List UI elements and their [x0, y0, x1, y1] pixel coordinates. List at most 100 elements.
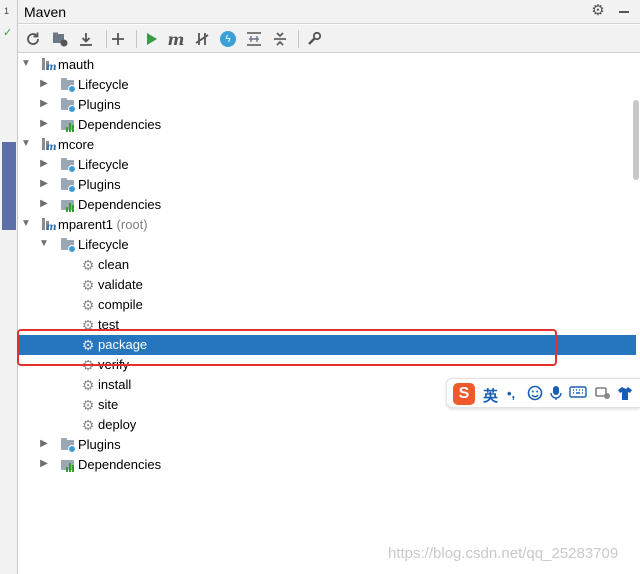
gear-icon: ⚙ [81, 317, 95, 333]
chevron-right-icon[interactable]: ▶ [38, 458, 50, 470]
dependencies-folder-icon [60, 457, 76, 473]
chevron-down-icon[interactable]: ▼ [20, 218, 32, 230]
ime-logo[interactable]: S [453, 383, 475, 405]
tree-node-module[interactable]: ▼ m mcore [18, 135, 636, 155]
checkmark-icon: ✓ [3, 27, 13, 39]
gutter-marker [2, 142, 16, 230]
module-name: mparent1 (root) [58, 217, 148, 232]
watermark-text: https://blog.csdn.net/qq_25283709 [388, 545, 619, 562]
maven-toolbar: m ϟ [18, 25, 640, 53]
module-name-text: mparent1 [58, 217, 113, 232]
chevron-down-icon[interactable]: ▼ [20, 138, 32, 150]
editor-gutter: 1 ✓ [0, 0, 18, 574]
chevron-right-icon[interactable]: ▶ [38, 178, 50, 190]
gear-icon: ⚙ [81, 297, 95, 313]
tree-node-module[interactable]: ▼ m mparent1 (root) [18, 215, 636, 235]
node-label: Dependencies [78, 197, 162, 212]
ime-toolbar: S 英 •, [446, 378, 640, 408]
gutter-line-number: 1 [4, 6, 10, 16]
toggle-offline-icon[interactable] [192, 29, 212, 49]
toolbar-separator [298, 30, 299, 48]
chevron-right-icon[interactable]: ▶ [38, 98, 50, 110]
lifecycle-folder-icon [60, 77, 76, 93]
lifecycle-folder-icon [60, 237, 76, 253]
chevron-right-icon[interactable]: ▶ [38, 438, 50, 450]
goal-label: site [98, 397, 119, 412]
node-label: Lifecycle [78, 237, 129, 252]
node-label: Lifecycle [78, 77, 129, 92]
minimize-icon[interactable] [615, 2, 633, 20]
plugins-folder-icon [60, 97, 76, 113]
node-label: Dependencies [78, 457, 162, 472]
goal-label: compile [98, 297, 143, 312]
chevron-right-icon[interactable]: ▶ [38, 158, 50, 170]
lifecycle-goal-package[interactable]: ⚙ package [18, 335, 636, 355]
settings-wrench-icon[interactable] [304, 29, 324, 49]
lifecycle-goal-clean[interactable]: ⚙ clean [18, 255, 636, 275]
goal-label: verify [98, 357, 130, 372]
tree-node-lifecycle[interactable]: ▶ Lifecycle [18, 75, 636, 95]
tree-node-plugins[interactable]: ▶ Plugins [18, 95, 636, 115]
tree-node-module[interactable]: ▼ m mauth [18, 55, 636, 75]
goal-label: test [98, 317, 119, 332]
tree-node-lifecycle[interactable]: ▼ Lifecycle [18, 235, 636, 255]
lifecycle-goal-validate[interactable]: ⚙ validate [18, 275, 636, 295]
tree-node-dependencies[interactable]: ▶ Dependencies [18, 115, 636, 135]
skip-tests-icon[interactable]: ϟ [218, 29, 238, 49]
ime-mode-toggle[interactable]: 英 [483, 385, 498, 406]
goal-label: package [98, 337, 148, 352]
gear-icon[interactable]: ⚙ [589, 2, 607, 20]
keyboard-icon[interactable] [569, 385, 587, 403]
node-label: Dependencies [78, 117, 162, 132]
node-label: Plugins [78, 97, 121, 112]
generate-sources-icon[interactable] [50, 29, 70, 49]
tree-node-dependencies[interactable]: ▶ Dependencies [18, 455, 636, 475]
goal-label: deploy [98, 417, 137, 432]
root-suffix: (root) [116, 217, 148, 232]
ime-punctuation-toggle[interactable]: •, [507, 386, 515, 401]
tools-icon[interactable] [595, 385, 611, 405]
lifecycle-goal-verify[interactable]: ⚙ verify [18, 355, 636, 375]
tree-node-plugins[interactable]: ▶ Plugins [18, 175, 636, 195]
node-label: Lifecycle [78, 157, 129, 172]
module-name: mcore [58, 137, 95, 152]
goal-label: install [98, 377, 132, 392]
gear-icon: ⚙ [81, 397, 95, 413]
module-name: mauth [58, 57, 95, 72]
node-label: Plugins [78, 437, 121, 452]
gear-icon: ⚙ [81, 337, 95, 353]
lifecycle-goal-deploy[interactable]: ⚙ deploy [18, 415, 636, 435]
tree-node-dependencies[interactable]: ▶ Dependencies [18, 195, 636, 215]
emoji-icon[interactable] [527, 385, 543, 405]
chevron-down-icon[interactable]: ▼ [38, 238, 50, 250]
chevron-right-icon[interactable]: ▶ [38, 198, 50, 210]
tree-node-plugins[interactable]: ▶ Plugins [18, 435, 636, 455]
dependencies-folder-icon [60, 197, 76, 213]
shirt-icon[interactable] [617, 385, 633, 405]
add-icon[interactable] [108, 29, 128, 49]
toolbar-separator [106, 30, 107, 48]
lifecycle-goal-test[interactable]: ⚙ test [18, 315, 636, 335]
chevron-right-icon[interactable]: ▶ [38, 78, 50, 90]
node-label: Plugins [78, 177, 121, 192]
tree-node-lifecycle[interactable]: ▶ Lifecycle [18, 155, 636, 175]
collapse-all-icon[interactable] [270, 29, 290, 49]
panel-title: Maven [24, 4, 67, 20]
show-dependencies-icon[interactable] [244, 29, 264, 49]
plugins-folder-icon [60, 177, 76, 193]
maven-panel-header: Maven ⚙ [18, 0, 640, 24]
run-icon[interactable] [142, 29, 162, 49]
maven-module-icon: m [40, 57, 57, 73]
chevron-down-icon[interactable]: ▼ [20, 58, 32, 70]
dependencies-folder-icon [60, 117, 76, 133]
chevron-right-icon[interactable]: ▶ [38, 118, 50, 130]
execute-goal-icon[interactable]: m [166, 29, 186, 49]
download-icon[interactable] [76, 29, 96, 49]
gear-icon: ⚙ [81, 417, 95, 433]
microphone-icon[interactable] [549, 385, 563, 405]
reload-icon[interactable] [23, 29, 43, 49]
gear-icon: ⚙ [81, 377, 95, 393]
vertical-scrollbar[interactable] [633, 100, 639, 180]
goal-label: clean [98, 257, 130, 272]
lifecycle-goal-compile[interactable]: ⚙ compile [18, 295, 636, 315]
